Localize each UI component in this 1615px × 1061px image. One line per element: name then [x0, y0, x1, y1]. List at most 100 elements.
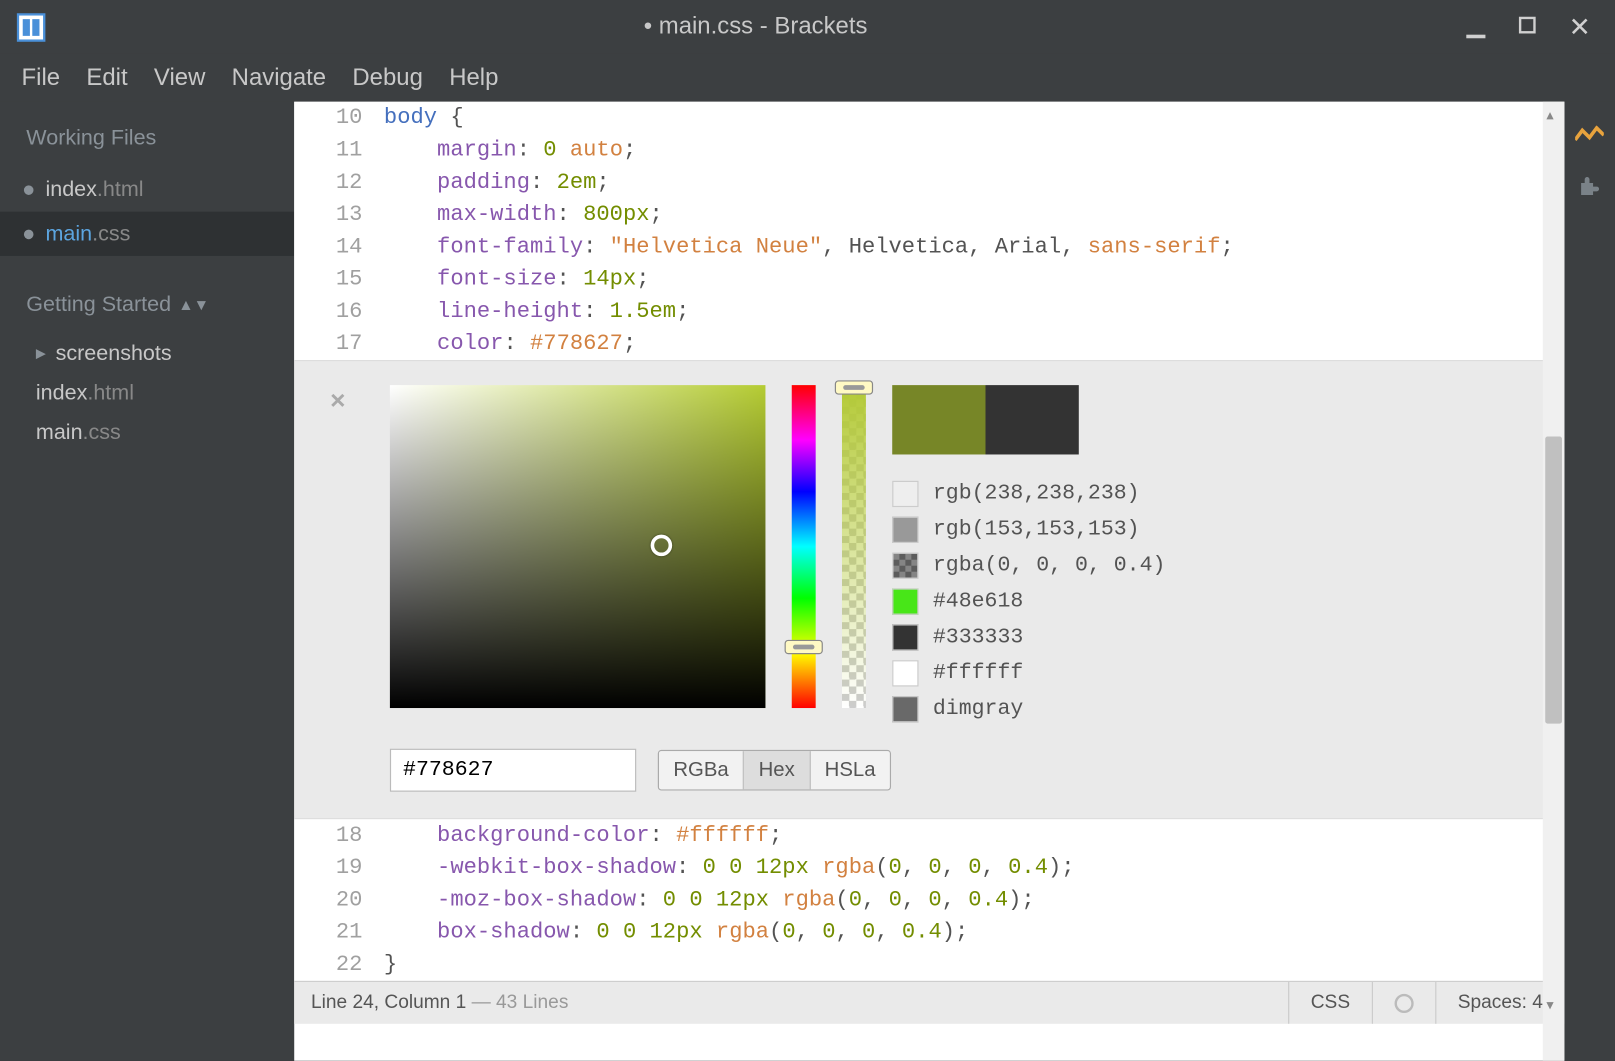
project-header[interactable]: Getting Started ▲▼: [0, 256, 294, 334]
statusbar: Line 24, Column 1 — 43 Lines CSS Spaces:…: [294, 981, 1564, 1024]
code-line[interactable]: 20 -moz-box-shadow: 0 0 12px rgba(0, 0, …: [294, 884, 1564, 916]
dropdown-icon: ▲▼: [178, 295, 209, 313]
working-file-item[interactable]: main.css: [0, 212, 294, 256]
hue-slider[interactable]: [792, 385, 816, 708]
code-line[interactable]: 22}: [294, 948, 1564, 980]
recent-color-item[interactable]: #48e618: [892, 588, 1165, 614]
scrollbar[interactable]: ▴ ▾: [1543, 102, 1565, 1061]
triangle-icon: ▶: [36, 346, 46, 362]
line-number: 16: [294, 295, 384, 327]
recent-color-item[interactable]: #ffffff: [892, 660, 1165, 686]
format-hex-button[interactable]: Hex: [744, 751, 810, 789]
language-mode[interactable]: CSS: [1288, 982, 1372, 1024]
color-chip: [892, 660, 918, 686]
scroll-up-icon[interactable]: ▴: [1546, 106, 1560, 123]
sidebar: Working Files index.htmlmain.css Getting…: [0, 102, 294, 1061]
menu-view[interactable]: View: [154, 64, 205, 92]
file-name: main.css: [45, 221, 130, 246]
line-number: 14: [294, 231, 384, 263]
hex-input[interactable]: [390, 749, 636, 792]
menu-help[interactable]: Help: [449, 64, 498, 92]
app-icon: [17, 13, 46, 42]
close-icon[interactable]: ×: [330, 385, 345, 416]
menubar: File Edit View Navigate Debug Help: [0, 54, 1615, 102]
folder-item[interactable]: ▶screenshots: [0, 334, 294, 373]
color-chip: [892, 481, 918, 507]
recent-color-item[interactable]: rgba(0, 0, 0, 0.4): [892, 553, 1165, 579]
color-chip: [892, 517, 918, 543]
circle-icon: [1394, 993, 1413, 1012]
file-name: index.html: [45, 177, 143, 202]
file-item[interactable]: main.css: [0, 413, 294, 452]
color-label: rgb(153,153,153): [933, 518, 1140, 542]
inline-color-editor: × rgb(238,238,238) rgb(153,153,153) rgba(0…: [294, 360, 1564, 819]
hue-thumb[interactable]: [785, 640, 823, 654]
color-label: rgb(238,238,238): [933, 482, 1140, 506]
modified-dot-icon: [24, 185, 34, 195]
code-line[interactable]: 10body {: [294, 102, 1564, 134]
format-hsla-button[interactable]: HSLa: [810, 751, 890, 789]
line-number: 22: [294, 948, 384, 980]
line-number: 13: [294, 199, 384, 231]
working-file-item[interactable]: index.html: [0, 167, 294, 211]
code-line[interactable]: 12 padding: 2em;: [294, 166, 1564, 198]
cursor-position: Line 24, Column 1: [311, 992, 466, 1012]
menu-file[interactable]: File: [22, 64, 61, 92]
code-line[interactable]: 18 background-color: #ffffff;: [294, 819, 1564, 851]
titlebar: • main.css - Brackets ✕: [0, 0, 1615, 54]
alpha-slider[interactable]: [842, 385, 866, 708]
current-color-swatch[interactable]: [892, 385, 985, 454]
menu-edit[interactable]: Edit: [86, 64, 127, 92]
file-item[interactable]: index.html: [0, 373, 294, 412]
color-chip: [892, 588, 918, 614]
line-number: 20: [294, 884, 384, 916]
line-number: 19: [294, 852, 384, 884]
code-line[interactable]: 13 max-width: 800px;: [294, 199, 1564, 231]
color-label: #48e618: [933, 590, 1023, 614]
scroll-thumb[interactable]: [1545, 437, 1562, 724]
format-rgba-button[interactable]: RGBa: [659, 751, 744, 789]
recent-color-item[interactable]: rgb(238,238,238): [892, 481, 1165, 507]
right-toolbar: [1564, 102, 1614, 1061]
line-number: 11: [294, 134, 384, 166]
code-line[interactable]: 17 color: #778627;: [294, 328, 1564, 360]
color-chip: [892, 553, 918, 579]
color-label: dimgray: [933, 697, 1023, 721]
maximize-button[interactable]: [1518, 14, 1535, 39]
recent-color-item[interactable]: #333333: [892, 624, 1165, 650]
code-line[interactable]: 14 font-family: "Helvetica Neue", Helvet…: [294, 231, 1564, 263]
saturation-field[interactable]: [390, 385, 766, 708]
color-label: #ffffff: [933, 661, 1023, 685]
line-number: 10: [294, 102, 384, 134]
lint-status[interactable]: [1372, 982, 1435, 1024]
working-files-header: Working Files: [0, 114, 294, 168]
editor[interactable]: 10body {11 margin: 0 auto;12 padding: 2e…: [294, 102, 1564, 1061]
window-title: • main.css - Brackets: [45, 13, 1465, 41]
close-button[interactable]: ✕: [1569, 11, 1591, 42]
line-count: — 43 Lines: [466, 992, 568, 1012]
code-line[interactable]: 16 line-height: 1.5em;: [294, 295, 1564, 327]
scroll-down-icon[interactable]: ▾: [1546, 996, 1560, 1013]
line-number: 12: [294, 166, 384, 198]
menu-debug[interactable]: Debug: [352, 64, 422, 92]
extensions-icon[interactable]: [1576, 173, 1602, 206]
modified-dot-icon: [24, 229, 34, 239]
alpha-thumb[interactable]: [835, 380, 873, 394]
menu-navigate[interactable]: Navigate: [232, 64, 326, 92]
code-line[interactable]: 21 box-shadow: 0 0 12px rgba(0, 0, 0, 0.…: [294, 916, 1564, 948]
code-line[interactable]: 11 margin: 0 auto;: [294, 134, 1564, 166]
recent-color-item[interactable]: rgb(153,153,153): [892, 517, 1165, 543]
saturation-cursor[interactable]: [651, 535, 673, 557]
line-number: 18: [294, 819, 384, 851]
color-compare: [892, 385, 1165, 454]
recent-color-item[interactable]: dimgray: [892, 696, 1165, 722]
color-chip: [892, 624, 918, 650]
line-number: 15: [294, 263, 384, 295]
code-line[interactable]: 19 -webkit-box-shadow: 0 0 12px rgba(0, …: [294, 852, 1564, 884]
color-label: rgba(0, 0, 0, 0.4): [933, 554, 1166, 578]
minimize-button[interactable]: [1466, 14, 1485, 39]
code-line[interactable]: 15 font-size: 14px;: [294, 263, 1564, 295]
color-label: #333333: [933, 626, 1023, 650]
original-color-swatch[interactable]: [986, 385, 1079, 454]
live-preview-icon[interactable]: [1575, 121, 1604, 152]
